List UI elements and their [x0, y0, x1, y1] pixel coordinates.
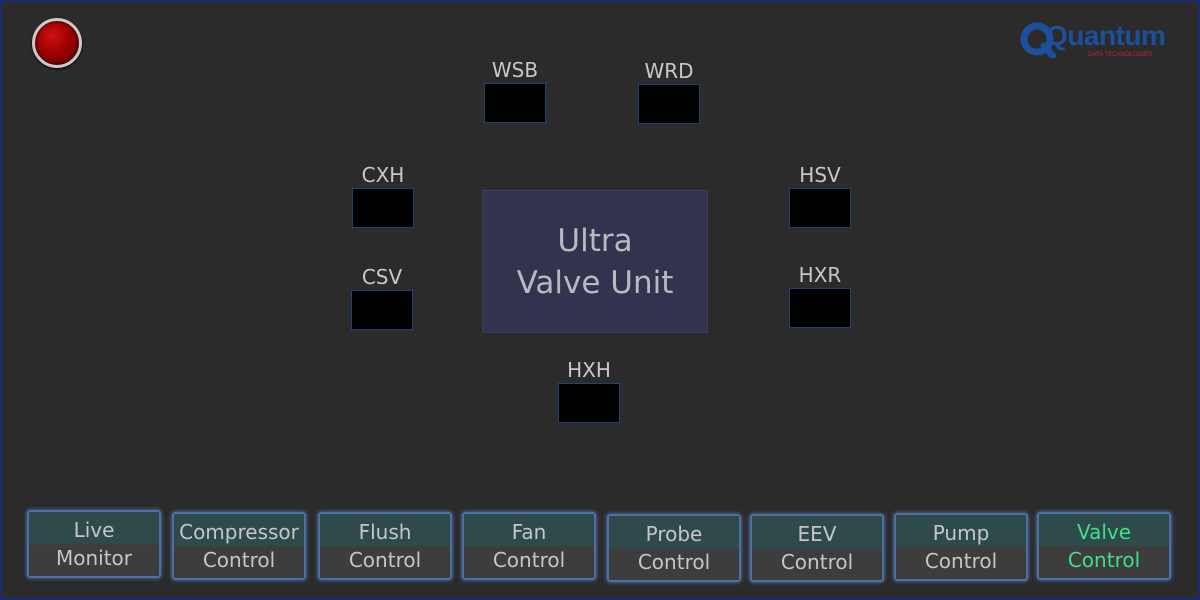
nav-button-label-line1: Valve [1076, 520, 1132, 544]
nav-button-label-line1: Pump [932, 521, 990, 545]
valve-wsb: WSB [475, 57, 555, 123]
nav-button-label-line2: Monitor [55, 546, 133, 570]
valve-indicator-csv[interactable] [351, 290, 413, 330]
nav-button-label-line1: Flush [358, 520, 412, 544]
valve-cxh: CXH [343, 162, 423, 228]
ultra-valve-unit-panel: Ultra Valve Unit [482, 190, 708, 333]
nav-button-label-line2: Control [348, 548, 422, 572]
valve-label: WRD [644, 59, 694, 83]
nav-probe-control-button[interactable]: Probe Control [607, 514, 741, 582]
valve-label: WSB [491, 58, 539, 82]
nav-eev-control-button[interactable]: EEV Control [750, 514, 884, 582]
nav-button-label-line1: Compressor [179, 520, 299, 544]
unit-title-line2: Valve Unit [516, 264, 674, 301]
valve-csv: CSV [342, 264, 422, 330]
nav-pump-control-button[interactable]: Pump Control [894, 513, 1028, 581]
nav-button-label-line1: EEV [797, 522, 837, 546]
valve-hxh: HXH [549, 357, 629, 423]
valve-indicator-hxh[interactable] [558, 383, 620, 423]
valve-label: CSV [361, 265, 403, 289]
valve-label: HXR [798, 263, 842, 287]
valve-label: HXH [567, 358, 611, 382]
valve-indicator-hsv[interactable] [789, 188, 851, 228]
nav-button-label-line1: Live [73, 518, 115, 542]
nav-compressor-control-button[interactable]: Compressor Control [172, 512, 306, 580]
valve-indicator-wrd[interactable] [638, 84, 700, 124]
hmi-screen: Quantum DATA TECHNOLOGIES WSB WRD CXH HS… [0, 0, 1200, 600]
valve-label: HSV [799, 163, 841, 187]
unit-title-line1: Ultra [557, 222, 633, 259]
valve-hxr: HXR [780, 262, 860, 328]
company-logo: Quantum DATA TECHNOLOGIES [1020, 20, 1166, 66]
nav-button-label-line2: Control [780, 550, 854, 574]
nav-valve-control-button[interactable]: Valve Control [1037, 512, 1171, 580]
valve-wrd: WRD [629, 58, 709, 124]
nav-button-label-line2: Control [492, 548, 566, 572]
valve-label: CXH [361, 163, 405, 187]
nav-fan-control-button[interactable]: Fan Control [462, 512, 596, 580]
nav-button-label-line2: Control [637, 550, 711, 574]
logo-subtitle: DATA TECHNOLOGIES [1088, 52, 1153, 58]
valve-indicator-cxh[interactable] [352, 188, 414, 228]
nav-button-label-line2: Control [1067, 548, 1141, 572]
valve-indicator-hxr[interactable] [789, 288, 851, 328]
nav-button-label-line2: Control [924, 549, 998, 573]
logo-wordmark: Quantum [1046, 20, 1166, 51]
valve-indicator-wsb[interactable] [484, 83, 546, 123]
nav-button-label-line1: Fan [511, 520, 547, 544]
nav-button-label-line2: Control [202, 548, 276, 572]
nav-live-monitor-button[interactable]: Live Monitor [27, 510, 161, 578]
status-led-icon[interactable] [32, 18, 82, 68]
valve-hsv: HSV [780, 162, 860, 228]
nav-button-label-line1: Probe [645, 522, 703, 546]
nav-flush-control-button[interactable]: Flush Control [318, 512, 452, 580]
